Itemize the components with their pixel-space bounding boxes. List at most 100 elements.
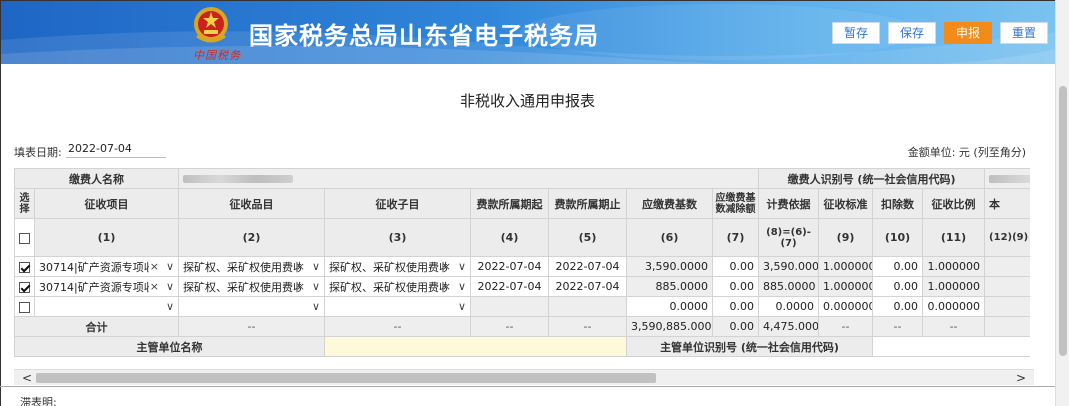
total-dash: -- — [548, 316, 627, 337]
clear-icon[interactable]: × — [442, 260, 451, 273]
deduction-input[interactable]: 0.00 — [872, 256, 924, 277]
col-num-10: (10) — [872, 218, 924, 257]
col-base: 应缴费基数 — [626, 188, 713, 219]
payer-id-label: 缴费人识别号 (统一社会信用代码) — [758, 168, 986, 189]
scroll-right-icon[interactable]: > — [1016, 370, 1026, 386]
declaration-table: 缴费人名称 缴费人识别号 (统一社会信用代码) 选择 征收项目 征收品目 征收子… — [14, 168, 1030, 369]
chevron-down-icon[interactable]: ∨ — [166, 260, 174, 273]
col-num-3: (3) — [324, 218, 471, 257]
start-date-cell[interactable]: 2022-07-04 — [470, 276, 549, 297]
standard-value: 0.000000 — [818, 296, 874, 317]
total-deduct: 0.00 — [711, 316, 760, 337]
col-item: 征收项目 — [34, 188, 179, 219]
deduction-input[interactable]: 0.00 — [872, 296, 924, 317]
total-dash: -- — [324, 316, 471, 337]
end-date-cell[interactable]: 2022-07-04 — [548, 276, 627, 297]
chevron-down-icon[interactable]: ∨ — [458, 300, 466, 313]
total-base: 3,590,885.0000 — [626, 316, 713, 337]
col-cut: 本 — [984, 188, 1030, 219]
category-select[interactable]: 探矿权、采矿权使用费收入× ∨ — [178, 256, 325, 277]
column-number-row: (1) (2) (3) (4) (5) (6) (7) (8)=(6)-(7) … — [14, 218, 1030, 257]
clear-icon[interactable]: × — [296, 280, 305, 293]
deduction-input[interactable]: 0.00 — [872, 276, 924, 297]
vertical-scrollbar[interactable] — [1055, 0, 1069, 406]
payer-name-value — [177, 168, 760, 189]
standard-value: 1.000000 — [818, 276, 874, 297]
form-title: 非税收入通用申报表 — [459, 92, 595, 110]
deduct-input[interactable]: 0.00 — [711, 296, 760, 317]
subitem-select[interactable]: 探矿权、采矿权使用费收 × ∨ — [324, 256, 471, 277]
item-select-value: 30714|矿产资源专项收入 — [39, 280, 149, 294]
item-select[interactable]: 30714|矿产资源专项收入× ∨ — [34, 256, 179, 277]
clear-icon[interactable]: × — [150, 280, 159, 293]
supervisor-id-input[interactable] — [872, 336, 1030, 357]
clear-icon[interactable]: × — [150, 260, 159, 273]
site-header: 中国税务 国家税务总局山东省电子税务局 暂存 保存 申报 重置 — [0, 0, 1069, 64]
base-input[interactable]: 3,590.0000 — [626, 256, 713, 277]
col-num-4: (4) — [470, 218, 549, 257]
end-date-cell[interactable]: 2022-07-04 — [548, 256, 627, 277]
item-select[interactable]: ∨ — [34, 296, 179, 317]
subitem-select[interactable]: 探矿权、采矿权使用费收 × ∨ — [324, 276, 471, 297]
supervisor-name-label: 主管单位名称 — [14, 336, 325, 357]
row-select-cell — [14, 256, 35, 277]
footer-note: 滞表明: — [20, 396, 57, 406]
ratio-value: 0.000000 — [922, 296, 986, 317]
subitem-select-value: 探矿权、采矿权使用费收 — [329, 260, 447, 274]
deduct-input[interactable]: 0.00 — [711, 276, 760, 297]
total-dash: -- — [818, 316, 874, 337]
temp-save-button[interactable]: 暂存 — [832, 22, 880, 44]
subitem-select[interactable]: ∨ — [324, 296, 471, 317]
chevron-down-icon[interactable]: ∨ — [312, 300, 320, 313]
col-num-1: (1) — [34, 218, 179, 257]
row-checkbox[interactable] — [19, 301, 30, 313]
supervisor-name-input[interactable] — [324, 336, 627, 357]
chevron-down-icon[interactable]: ∨ — [458, 260, 466, 273]
col-subitem: 征收子目 — [324, 188, 471, 219]
total-dash: -- — [470, 316, 549, 337]
scroll-left-icon[interactable]: < — [22, 370, 32, 386]
col-num-9: (9) — [818, 218, 874, 257]
truncated-cell — [984, 256, 1030, 277]
vertical-scroll-thumb[interactable] — [1059, 86, 1067, 356]
start-date-cell[interactable] — [470, 296, 549, 317]
horizontal-scrollbar[interactable]: < > — [14, 369, 1034, 385]
chevron-down-icon[interactable]: ∨ — [312, 260, 320, 273]
col-basis: 计费依据 — [758, 188, 820, 219]
row-checkbox[interactable] — [19, 281, 30, 293]
basis-value: 3,590.0000 — [758, 256, 820, 277]
base-input[interactable]: 885.0000 — [626, 276, 713, 297]
col-num-2: (2) — [178, 218, 325, 257]
chevron-down-icon[interactable]: ∨ — [312, 280, 320, 293]
supervisor-id-label: 主管单位识别号 (统一社会信用代码) — [625, 336, 874, 357]
col-num-8: (8)=(6)-(7) — [758, 218, 820, 257]
col-ratio: 征收比例 — [922, 188, 986, 219]
table-row: ∨ ∨ ∨ 0.0000 0.00 0.0000 0.000000 0.00 0… — [14, 296, 1030, 317]
unit-label: 金额单位: 元 (列至角分) — [907, 146, 1026, 159]
category-select[interactable]: 探矿权、采矿权使用费收入× ∨ — [178, 276, 325, 297]
save-button[interactable]: 保存 — [888, 22, 936, 44]
base-input[interactable]: 0.0000 — [626, 296, 713, 317]
col-deduct: 应缴费基数减除额 — [711, 188, 760, 219]
deduct-input[interactable]: 0.00 — [711, 256, 760, 277]
site-title: 国家税务总局山东省电子税务局 — [249, 22, 599, 50]
item-select[interactable]: 30714|矿产资源专项收入× ∨ — [34, 276, 179, 297]
total-row: 合计 -- -- -- -- 3,590,885.0000 0.00 4,475… — [14, 316, 1030, 337]
col-num-11: (11) — [922, 218, 986, 257]
chevron-down-icon[interactable]: ∨ — [166, 300, 174, 313]
reset-button[interactable]: 重置 — [1000, 22, 1048, 44]
chevron-down-icon[interactable]: ∨ — [458, 280, 466, 293]
clear-icon[interactable]: × — [296, 260, 305, 273]
row-checkbox[interactable] — [19, 261, 30, 273]
col-num-5: (5) — [548, 218, 627, 257]
basis-value: 0.0000 — [758, 296, 820, 317]
chevron-down-icon[interactable]: ∨ — [166, 280, 174, 293]
start-date-cell[interactable]: 2022-07-04 — [470, 256, 549, 277]
select-all-checkbox[interactable] — [19, 232, 30, 244]
horizontal-scroll-thumb[interactable] — [36, 373, 656, 383]
category-select[interactable]: ∨ — [178, 296, 325, 317]
clear-icon[interactable]: × — [442, 280, 451, 293]
end-date-cell[interactable] — [548, 296, 627, 317]
declare-button[interactable]: 申报 — [944, 22, 992, 44]
total-basis: 4,475.0000 — [758, 316, 820, 337]
